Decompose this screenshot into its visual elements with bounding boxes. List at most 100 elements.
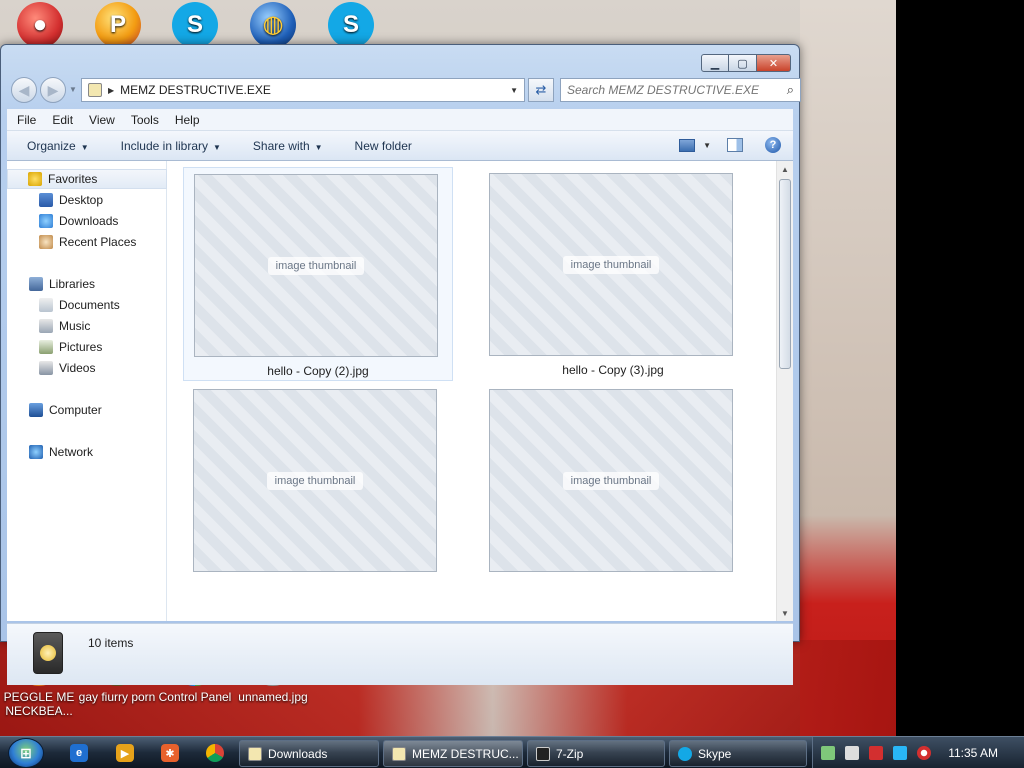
tray-checkmark-icon[interactable] xyxy=(845,746,859,760)
wallpaper-strip xyxy=(800,0,896,736)
recent-pages-dropdown[interactable]: ▼ xyxy=(69,85,77,94)
globe-icon: ◍ xyxy=(250,2,296,48)
breadcrumb-chevron-icon[interactable]: ▶ xyxy=(108,86,114,95)
nav-network[interactable]: Network xyxy=(7,442,167,462)
minimize-button[interactable]: ▁ xyxy=(701,54,729,72)
record-tray-icon[interactable] xyxy=(917,746,931,760)
windows-logo-icon: ⊞ xyxy=(20,744,32,761)
menu-tools[interactable]: Tools xyxy=(131,113,159,127)
menu-file[interactable]: File xyxy=(17,113,36,127)
network-tray-icon[interactable] xyxy=(893,746,907,760)
star-icon xyxy=(28,172,42,186)
nav-label: Network xyxy=(49,445,94,459)
address-bar[interactable]: ▶ MEMZ DESTRUCTIVE.EXE ▼ xyxy=(81,78,525,102)
clock[interactable]: 11:35 AM xyxy=(948,746,998,760)
help-icon[interactable]: ? xyxy=(765,137,781,153)
music-icon xyxy=(39,319,53,333)
internet-explorer-icon[interactable]: e xyxy=(70,744,88,762)
new-folder-button[interactable]: New folder xyxy=(355,139,412,153)
nav-videos[interactable]: Videos xyxy=(7,358,167,378)
organize-button[interactable]: Organize ▼ xyxy=(27,139,89,153)
nav-libraries[interactable]: Libraries xyxy=(7,274,167,294)
file-list: image thumbnail hello - Copy (2).jpg ima… xyxy=(177,161,773,621)
documents-icon xyxy=(39,298,53,312)
scrollbar-thumb[interactable] xyxy=(779,179,791,369)
image-thumbnail: image thumbnail xyxy=(194,174,438,357)
share-with-button[interactable]: Share with ▼ xyxy=(253,139,323,153)
thumbnail-placeholder: image thumbnail xyxy=(266,471,364,490)
nav-label: Recent Places xyxy=(59,235,137,249)
address-dropdown-icon[interactable]: ▼ xyxy=(510,86,518,95)
include-in-library-button[interactable]: Include in library ▼ xyxy=(121,139,221,153)
red-button-icon: ● xyxy=(17,2,63,48)
nav-label: Pictures xyxy=(59,340,103,354)
nav-downloads[interactable]: Downloads xyxy=(7,211,167,231)
file-item[interactable]: image thumbnail xyxy=(479,383,749,597)
explorer-body: Favorites Desktop Downloads Recent Place… xyxy=(7,161,793,621)
peggle-icon: P xyxy=(95,2,141,48)
scroll-down-icon[interactable]: ▼ xyxy=(777,605,793,621)
explorer-window: ▁ ▢ ✕ ◀ ▶ ▼ ▶ MEMZ DESTRUCTIVE.EXE ▼ ⇄ ⌕… xyxy=(0,44,801,685)
scroll-up-icon[interactable]: ▲ xyxy=(777,161,793,177)
taskbar-item-skype[interactable]: Skype xyxy=(669,740,807,767)
nav-label: Music xyxy=(59,319,91,333)
refresh-button[interactable]: ⇄ xyxy=(528,78,554,102)
menu-bar: File Edit View Tools Help xyxy=(7,109,793,131)
chevron-down-icon: ▼ xyxy=(314,142,323,152)
view-options-dropdown-icon[interactable]: ▼ xyxy=(703,141,711,150)
folder-icon xyxy=(248,746,262,761)
menu-edit[interactable]: Edit xyxy=(52,113,73,127)
forward-button[interactable]: ▶ xyxy=(40,77,66,103)
folder-large-icon xyxy=(33,632,63,674)
thumbnail-placeholder: image thumbnail xyxy=(267,256,365,275)
file-name: hello - Copy (2).jpg xyxy=(267,364,369,378)
nav-music[interactable]: Music xyxy=(7,316,167,336)
taskbar-item-downloads[interactable]: Downloads xyxy=(239,740,379,767)
task-label: MEMZ DESTRUC... xyxy=(412,746,519,761)
preview-pane-icon[interactable] xyxy=(727,138,743,152)
thumbnail-placeholder: image thumbnail xyxy=(562,471,660,490)
chevron-down-icon: ▼ xyxy=(213,142,221,152)
media-player-icon[interactable]: ▶ xyxy=(116,744,134,762)
folder-icon xyxy=(392,746,406,761)
file-item[interactable]: image thumbnail xyxy=(183,383,453,597)
downloads-icon xyxy=(39,214,53,228)
taskbar-item-7zip[interactable]: 7-Zip xyxy=(527,740,665,767)
file-item[interactable]: image thumbnail hello - Copy (2).jpg xyxy=(183,167,453,381)
nav-pictures[interactable]: Pictures xyxy=(7,337,167,357)
desktop-folder-icon xyxy=(39,193,53,207)
vertical-scrollbar[interactable]: ▲ ▼ xyxy=(776,161,793,621)
taskbar-item-memz[interactable]: MEMZ DESTRUC... xyxy=(383,740,523,767)
nav-label: Documents xyxy=(59,298,120,312)
menu-help[interactable]: Help xyxy=(175,113,200,127)
search-box[interactable]: ⌕ xyxy=(560,78,801,102)
file-item[interactable]: image thumbnail hello - Copy (3).jpg xyxy=(479,167,749,381)
nav-favorites[interactable]: Favorites xyxy=(7,169,167,189)
close-button[interactable]: ✕ xyxy=(757,54,791,72)
system-tray: 11:35 AM xyxy=(812,737,1024,768)
task-label: Downloads xyxy=(268,746,328,761)
nav-computer[interactable]: Computer xyxy=(7,400,167,420)
nav-recent-places[interactable]: Recent Places xyxy=(7,232,167,252)
chevron-down-icon: ▼ xyxy=(80,142,89,152)
maximize-button[interactable]: ▢ xyxy=(729,54,757,72)
back-button[interactable]: ◀ xyxy=(11,77,37,103)
nav-documents[interactable]: Documents xyxy=(7,295,167,315)
nav-desktop[interactable]: Desktop xyxy=(7,190,167,210)
start-button[interactable]: ⊞ xyxy=(8,738,44,768)
search-icon[interactable]: ⌕ xyxy=(787,82,794,98)
address-path[interactable]: MEMZ DESTRUCTIVE.EXE xyxy=(120,83,271,97)
pictures-icon xyxy=(39,340,53,354)
navigation-row: ◀ ▶ ▼ ▶ MEMZ DESTRUCTIVE.EXE ▼ ⇄ ⌕ xyxy=(11,77,801,103)
include-label: Include in library xyxy=(120,138,208,153)
action-center-flag-icon[interactable] xyxy=(869,746,883,760)
nav-label: Libraries xyxy=(49,277,96,291)
search-input[interactable] xyxy=(561,79,771,101)
quick-launch-app-icon[interactable]: ✱ xyxy=(161,744,179,762)
change-view-icon[interactable] xyxy=(679,138,696,152)
menu-view[interactable]: View xyxy=(89,113,115,127)
tray-app-icon[interactable] xyxy=(821,746,835,760)
folder-icon xyxy=(88,83,102,97)
new-folder-label: New folder xyxy=(354,138,412,153)
chrome-icon[interactable] xyxy=(206,744,224,762)
